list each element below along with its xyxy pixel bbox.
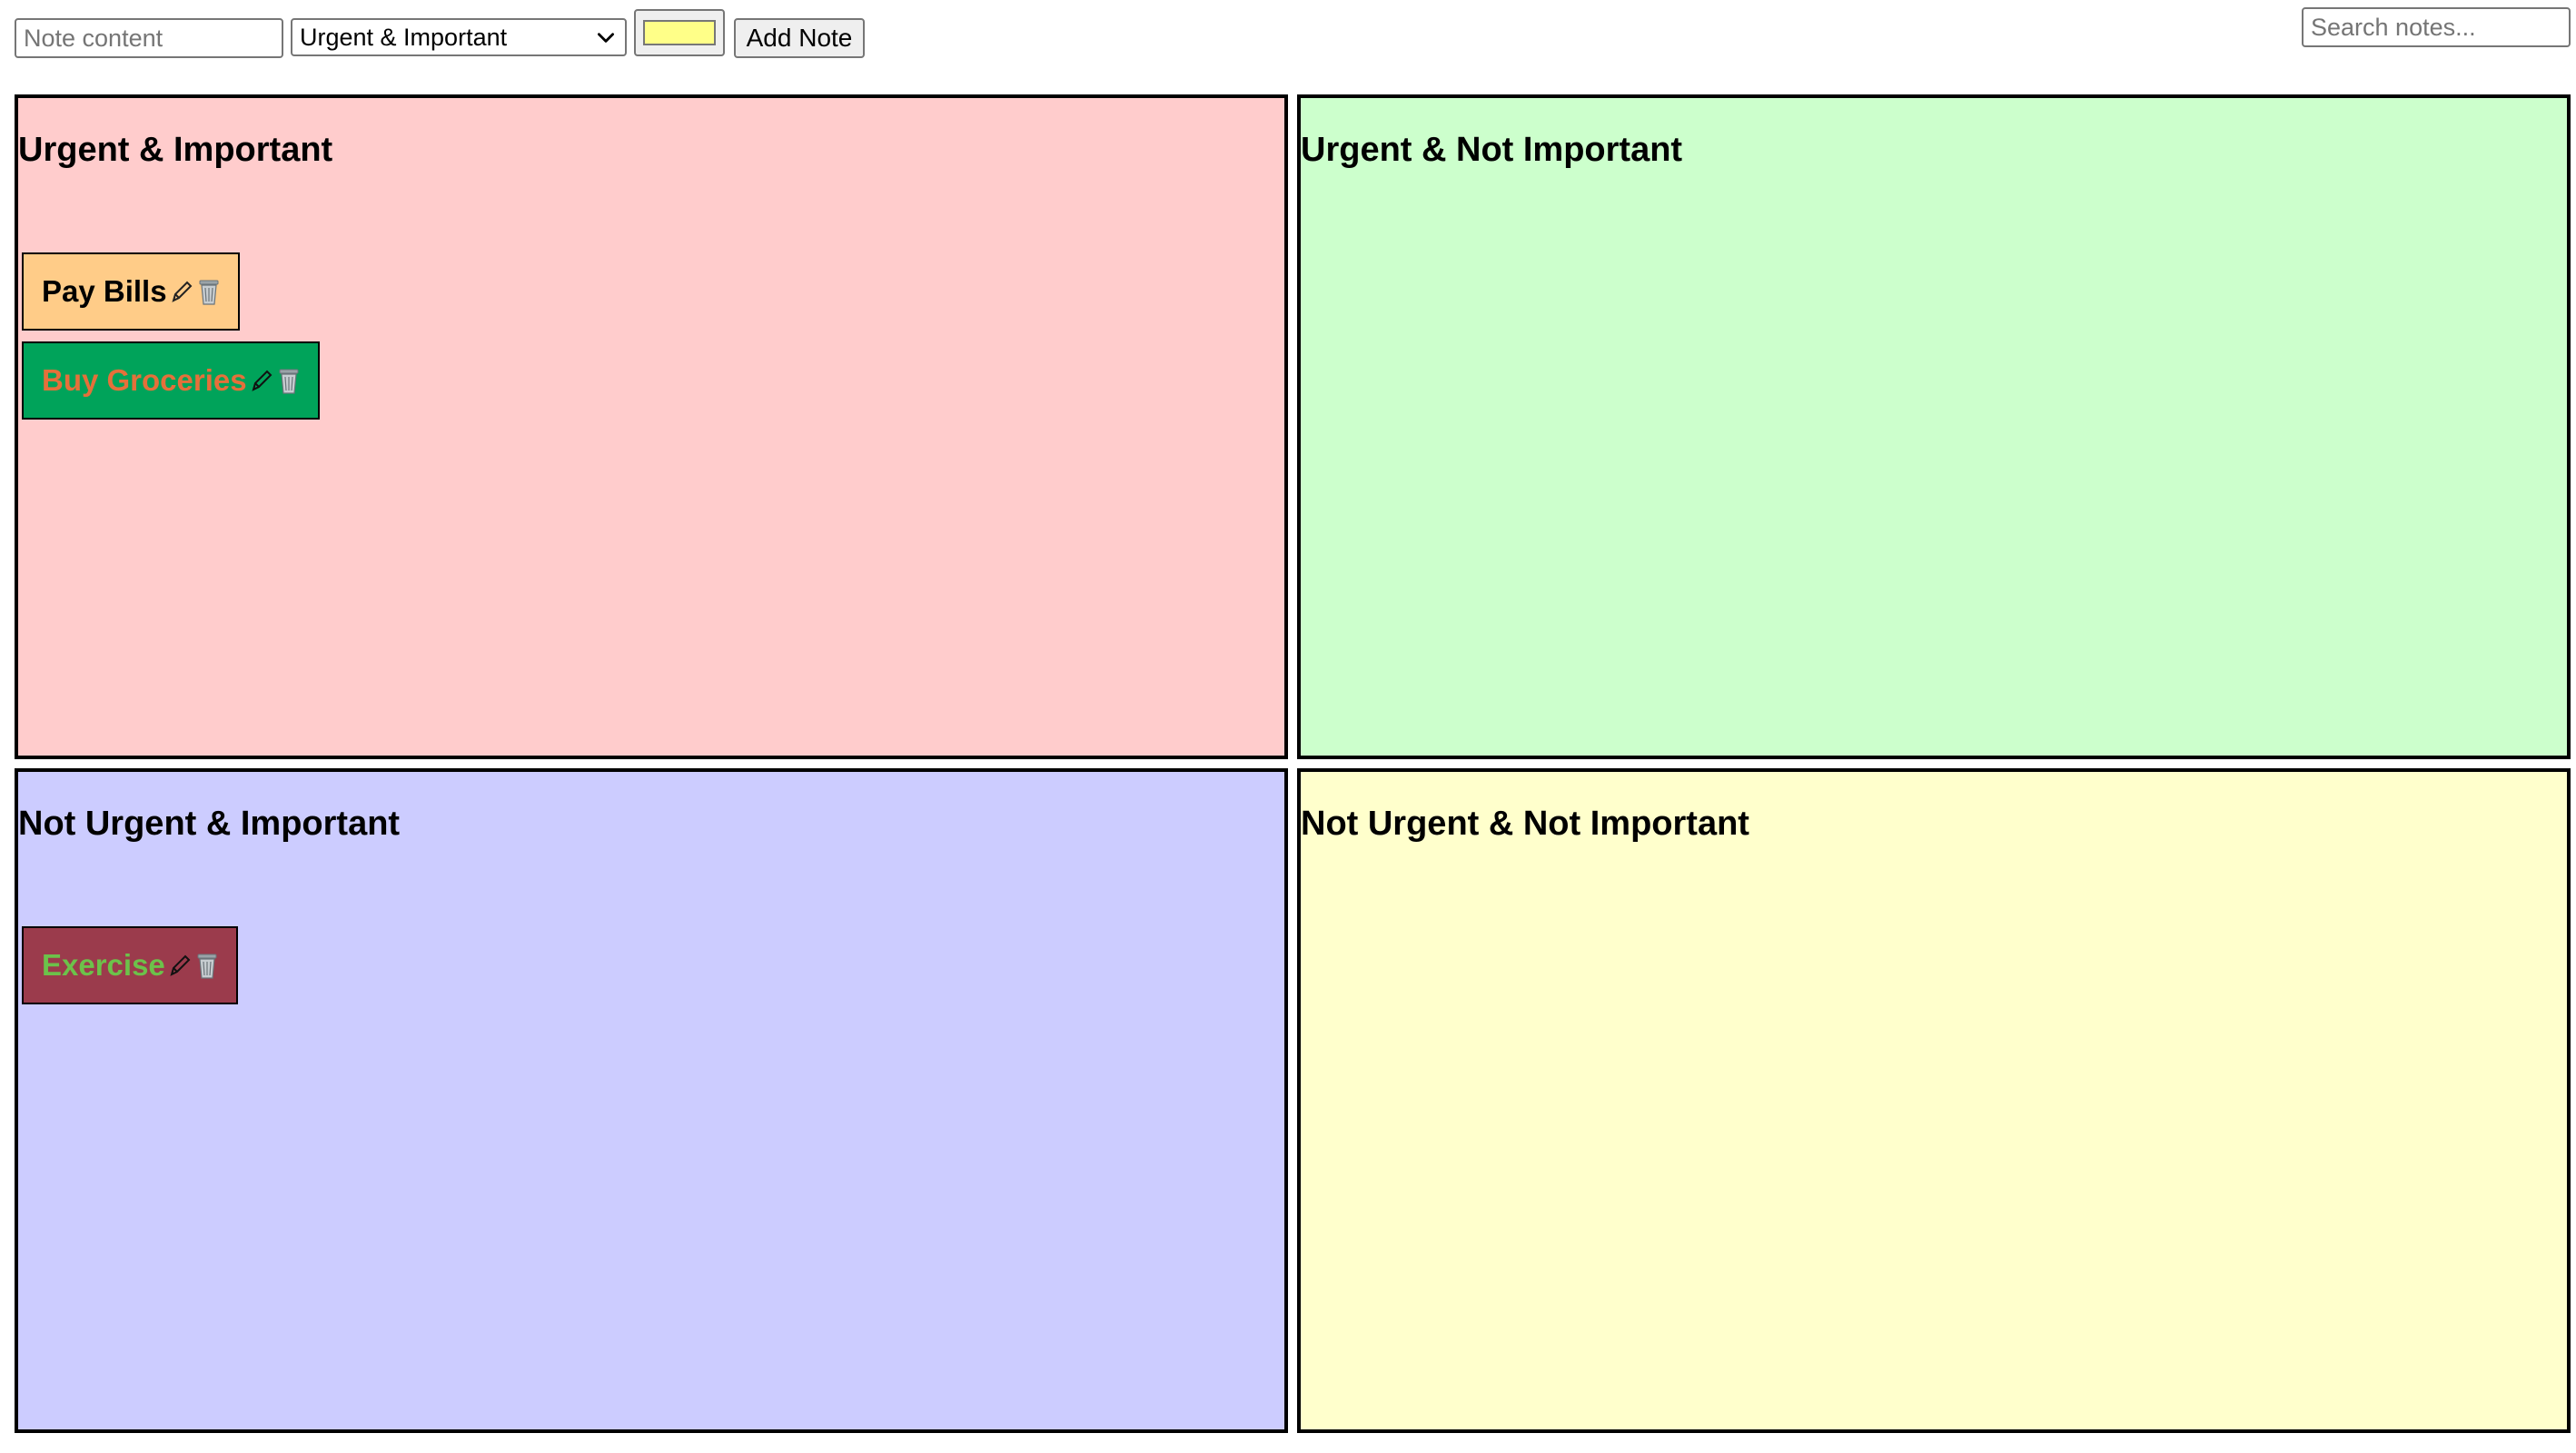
note-card[interactable]: Pay Bills	[22, 252, 240, 331]
toolbar: Urgent & Important Add Note	[0, 0, 2576, 91]
quadrant-not-urgent-not-important: Not Urgent & Not Important	[1297, 768, 2571, 1433]
quadrant-not-urgent-important: Not Urgent & Important Exercise	[15, 768, 1288, 1433]
quadrant-title: Not Urgent & Not Important	[1301, 805, 1749, 843]
quadrant-urgent-important: Urgent & Important Pay Bills Buy Groceri…	[15, 94, 1288, 759]
chevron-down-icon	[598, 33, 614, 43]
note-card[interactable]: Exercise	[22, 926, 238, 1004]
add-note-button[interactable]: Add Note	[734, 18, 865, 58]
color-swatch	[643, 20, 716, 45]
note-text: Buy Groceries	[42, 363, 247, 397]
quadrant-urgent-not-important: Urgent & Not Important	[1297, 94, 2571, 759]
note-content-input[interactable]	[15, 18, 283, 58]
search-input[interactable]	[2302, 7, 2571, 47]
trash-icon[interactable]	[276, 365, 302, 396]
category-select-value: Urgent & Important	[300, 23, 508, 51]
note-color-picker[interactable]	[634, 9, 725, 56]
quadrant-title: Urgent & Important	[18, 131, 333, 169]
trash-icon[interactable]	[194, 950, 220, 981]
note-text: Exercise	[42, 948, 165, 982]
pencil-icon[interactable]	[169, 276, 194, 307]
pencil-icon[interactable]	[249, 365, 274, 396]
category-select[interactable]: Urgent & Important	[291, 18, 627, 56]
pencil-icon[interactable]	[167, 950, 193, 981]
note-card[interactable]: Buy Groceries	[22, 341, 320, 420]
note-text: Pay Bills	[42, 274, 167, 308]
quadrant-title: Not Urgent & Important	[18, 805, 401, 843]
trash-icon[interactable]	[196, 276, 222, 307]
quadrant-title: Urgent & Not Important	[1301, 131, 1683, 169]
